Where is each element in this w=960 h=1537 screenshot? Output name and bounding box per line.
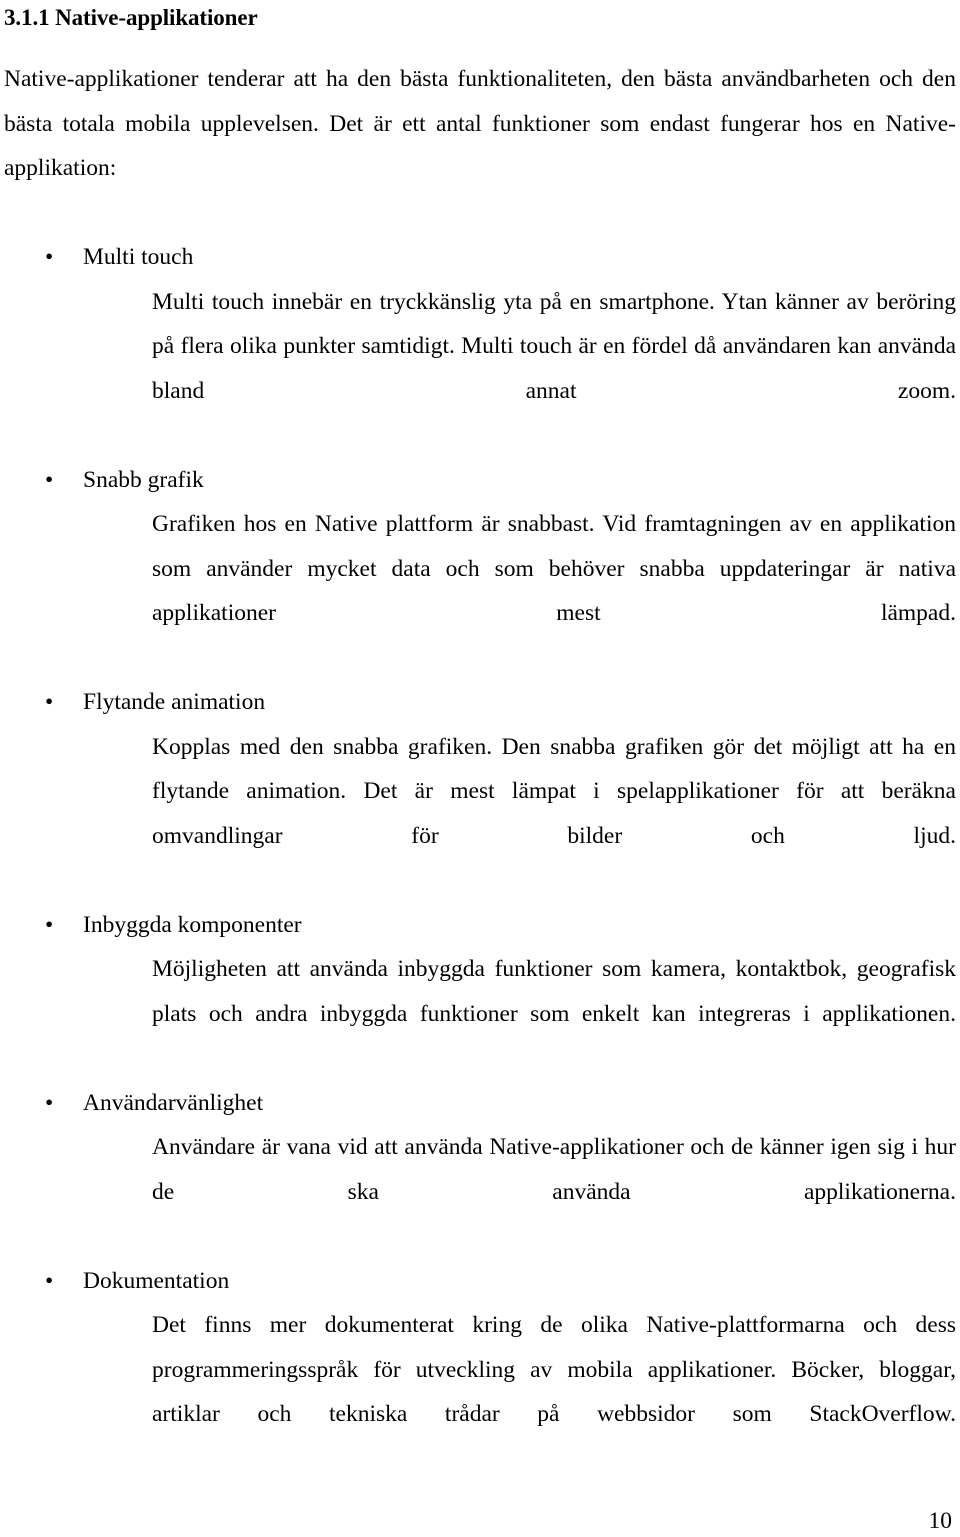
bullet-label: Användarvänlighet	[83, 1089, 264, 1116]
bullet-dot-icon: •	[45, 911, 54, 938]
feature-bullet-list: • Multi touch Multi touch innebär en try…	[4, 235, 956, 1481]
bullet-label-row: • Flytande animation	[4, 680, 956, 725]
bullet-body-text: Det finns mer dokumenterat kring de olik…	[152, 1312, 956, 1427]
bullet-dot-icon: •	[45, 244, 54, 270]
bullet-label-row: • Snabb grafik	[4, 458, 956, 503]
bullet-dot-icon: •	[45, 1267, 54, 1294]
bullet-body-text: Grafiken hos en Native plattform är snab…	[152, 511, 956, 626]
bullet-label-row: • Multi touch	[4, 235, 956, 280]
bullet-label-row: • Dokumentation	[4, 1259, 956, 1304]
list-item: • Inbyggda komponenter Möjligheten att a…	[4, 903, 956, 1081]
list-item: • Dokumentation Det finns mer dokumenter…	[4, 1259, 956, 1482]
bullet-label: Dokumentation	[83, 1267, 230, 1294]
list-item: • Flytande animation Kopplas med den sna…	[4, 680, 956, 903]
bullet-label-row: • Inbyggda komponenter	[4, 903, 956, 948]
bullet-label: Flytande animation	[83, 689, 266, 715]
bullet-body-text: Möjligheten att använda inbyggda funktio…	[152, 956, 956, 1027]
page-content: 3.1.1 Native-applikationer Native-applik…	[4, 0, 956, 1537]
list-item: • Snabb grafik Grafiken hos en Native pl…	[4, 458, 956, 681]
bullet-body-text: Användare är vana vid att använda Native…	[152, 1134, 956, 1205]
bullet-label-row: • Användarvänlighet	[4, 1081, 956, 1126]
bullet-label: Snabb grafik	[83, 466, 204, 493]
section-heading: 3.1.1 Native-applikationer	[4, 5, 258, 30]
list-item: • Användarvänlighet Användare är vana vi…	[4, 1081, 956, 1259]
closing-paragraph: Native-applikationer utvecklas vanligtvi…	[4, 1526, 956, 1537]
bullet-label: Inbyggda komponenter	[83, 911, 302, 938]
bullet-label: Multi touch	[83, 244, 194, 270]
bullet-dot-icon: •	[45, 466, 54, 493]
intro-paragraph: Native-applikationer tenderar att ha den…	[4, 66, 956, 181]
bullet-body-text: Kopplas med den snabba grafiken. Den sna…	[152, 733, 956, 849]
document-page: 3.1.1 Native-applikationer Native-applik…	[0, 0, 960, 1537]
list-item: • Multi touch Multi touch innebär en try…	[4, 235, 956, 458]
bullet-body-text: Multi touch innebär en tryckkänslig yta …	[152, 288, 956, 404]
bullet-dot-icon: •	[45, 1089, 54, 1116]
bullet-dot-icon: •	[45, 689, 54, 715]
page-number: 10	[928, 1507, 953, 1534]
